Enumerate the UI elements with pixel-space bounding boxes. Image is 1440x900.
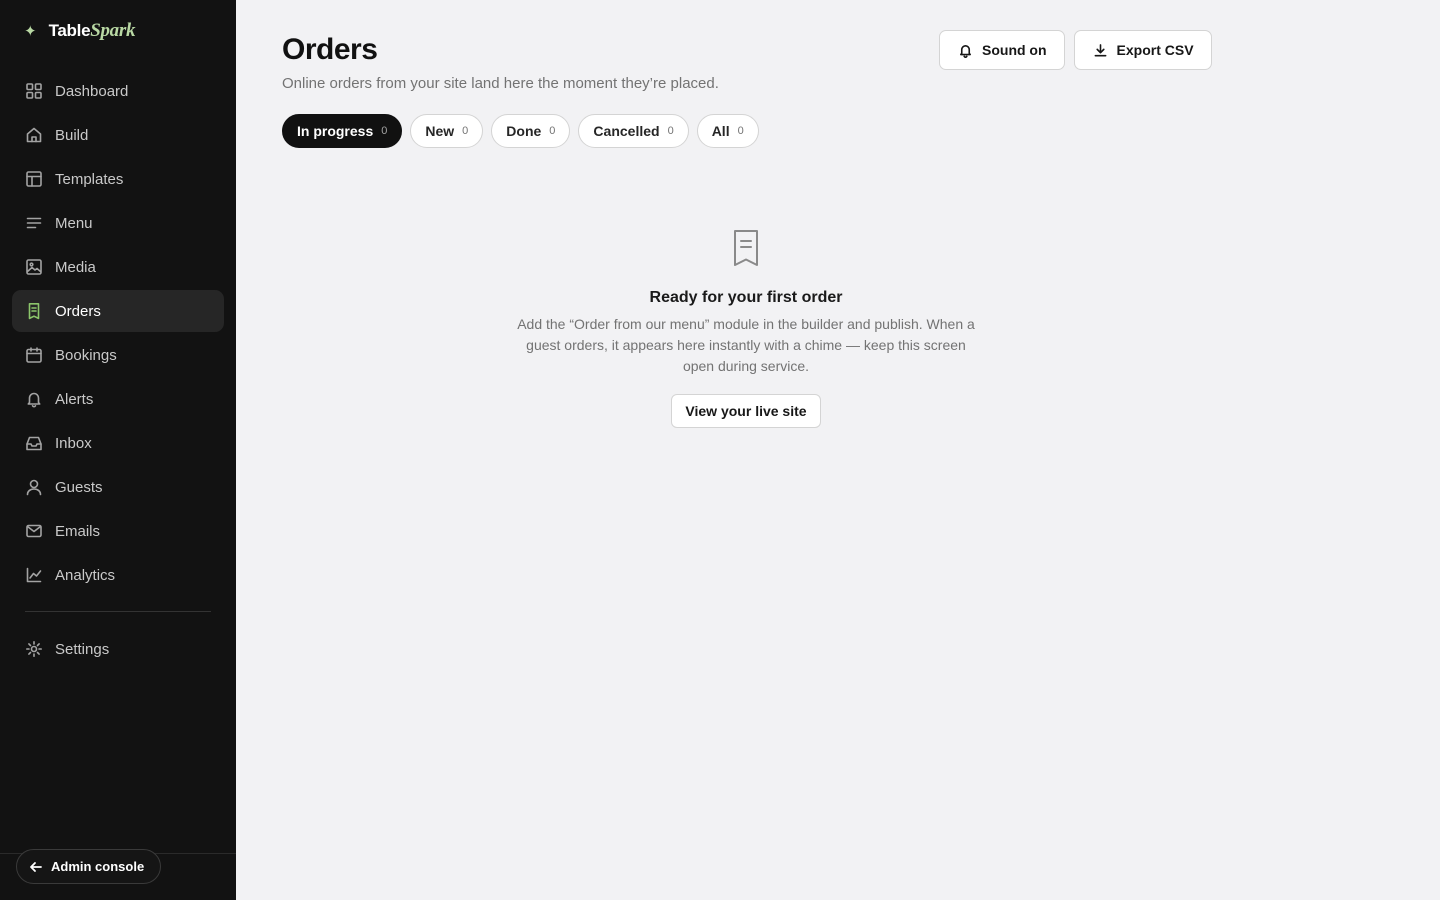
- lines-icon: [25, 214, 43, 232]
- sidebar-item-templates[interactable]: Templates: [12, 158, 224, 200]
- tab-label: All: [711, 123, 730, 139]
- sidebar-item-inbox[interactable]: Inbox: [12, 422, 224, 464]
- view-live-site-button[interactable]: View your live site: [671, 394, 821, 428]
- arrow-left-icon: [30, 861, 42, 872]
- sidebar-item-label: Alerts: [55, 390, 94, 408]
- tab-label: Done: [506, 123, 542, 139]
- tab-in-progress[interactable]: In progress 0: [282, 114, 403, 148]
- main-content: Orders Online orders from your site land…: [236, 0, 1440, 900]
- sound-toggle-button[interactable]: Sound on: [939, 30, 1065, 70]
- bell-icon: [960, 44, 971, 58]
- brand-name-spark: Spark: [90, 20, 136, 41]
- sidebar-item-emails[interactable]: Emails: [12, 510, 224, 552]
- calendar-icon: [25, 346, 43, 364]
- sidebar-item-label: Settings: [55, 640, 110, 658]
- sidebar-item-label: Templates: [55, 170, 124, 188]
- sidebar-item-build[interactable]: Build: [12, 114, 224, 156]
- tab-count: 0: [381, 125, 388, 137]
- inbox-icon: [25, 434, 43, 452]
- sidebar-item-label: Guests: [55, 478, 103, 496]
- tab-all[interactable]: All 0: [696, 114, 759, 148]
- sidebar-item-settings[interactable]: Settings: [12, 628, 224, 670]
- sidebar-item-analytics[interactable]: Analytics: [12, 554, 224, 596]
- download-icon: [1094, 43, 1106, 56]
- page-subtitle: Online orders from your site land here t…: [282, 75, 719, 92]
- image-icon: [25, 258, 43, 276]
- grid-icon: [25, 82, 43, 100]
- sidebar-divider: [25, 611, 211, 612]
- gear-icon: [25, 640, 43, 658]
- sidebar-item-label: Menu: [55, 214, 93, 232]
- tab-count: 0: [737, 125, 744, 137]
- sidebar-item-guests[interactable]: Guests: [12, 466, 224, 508]
- admin-console-label: Admin console: [51, 859, 145, 874]
- receipt-icon: [25, 302, 43, 320]
- sidebar-item-media[interactable]: Media: [12, 246, 224, 288]
- sidebar-item-menu[interactable]: Menu: [12, 202, 224, 244]
- home-icon: [25, 126, 43, 144]
- tab-new[interactable]: New 0: [410, 114, 484, 148]
- sidebar-item-orders[interactable]: Orders: [12, 290, 224, 332]
- page-title: Orders: [282, 33, 378, 66]
- tab-label: In progress: [297, 123, 374, 139]
- tab-cancelled[interactable]: Cancelled 0: [578, 114, 689, 148]
- sidebar-item-label: Build: [55, 126, 89, 144]
- sidebar-item-label: Bookings: [55, 346, 117, 364]
- order-status-tabs: In progress 0 New 0 Done 0 Cancelled 0 A…: [282, 114, 759, 148]
- sidebar-item-dashboard[interactable]: Dashboard: [12, 70, 224, 112]
- tab-label: New: [425, 123, 455, 139]
- user-icon: [25, 478, 43, 496]
- export-csv-button[interactable]: Export CSV: [1073, 30, 1212, 70]
- tab-label: Cancelled: [593, 123, 660, 139]
- sidebar-item-bookings[interactable]: Bookings: [12, 334, 224, 376]
- admin-console-button[interactable]: Admin console: [16, 849, 162, 884]
- brand-name-table: Table: [48, 21, 91, 40]
- header-actions: Sound on Export CSV: [939, 30, 1212, 70]
- empty-state-description: Add the “Order from our menu” module in …: [517, 316, 975, 374]
- empty-state: Ready for your first order Add the “Orde…: [506, 228, 986, 428]
- chart-icon: [25, 566, 43, 584]
- tab-count: 0: [549, 125, 556, 137]
- sidebar-nav: Dashboard Build Templates Menu Media Ord…: [12, 70, 224, 672]
- tab-done[interactable]: Done 0: [491, 114, 571, 148]
- sidebar-item-label: Media: [55, 258, 96, 276]
- sidebar-item-label: Orders: [55, 302, 101, 320]
- brand-name: TableSpark: [49, 20, 136, 42]
- mail-icon: [25, 522, 43, 540]
- empty-state-title: Ready for your first order: [649, 289, 843, 306]
- sidebar-item-label: Analytics: [55, 566, 116, 584]
- tab-count: 0: [667, 125, 674, 137]
- sidebar: ✦ TableSpark Dashboard Build Templates M…: [0, 0, 236, 900]
- tab-count: 0: [462, 125, 469, 137]
- brand-logo[interactable]: ✦ TableSpark: [24, 20, 135, 42]
- spark-icon: ✦: [24, 22, 37, 40]
- sidebar-item-label: Emails: [55, 522, 101, 540]
- receipt-icon: [731, 228, 761, 273]
- sidebar-item-label: Inbox: [55, 434, 92, 452]
- layout-icon: [25, 170, 43, 188]
- bell-icon: [25, 390, 43, 408]
- sidebar-item-alerts[interactable]: Alerts: [12, 378, 224, 420]
- export-label: Export CSV: [1116, 42, 1194, 58]
- sidebar-item-label: Dashboard: [55, 82, 129, 100]
- sound-label: Sound on: [982, 42, 1047, 58]
